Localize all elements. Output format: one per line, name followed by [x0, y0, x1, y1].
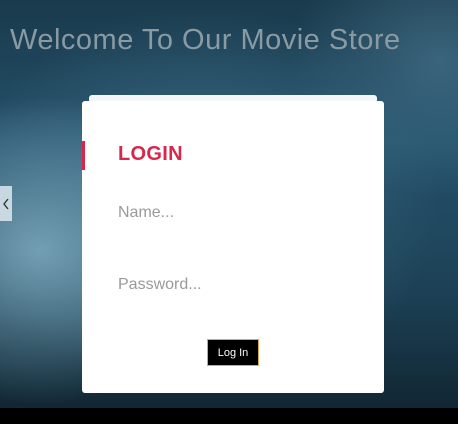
- name-input[interactable]: [118, 200, 348, 226]
- welcome-heading: Welcome To Our Movie Store: [10, 24, 401, 56]
- login-button[interactable]: Log In: [207, 339, 259, 366]
- password-input[interactable]: [118, 272, 348, 298]
- bottom-bar: [0, 408, 458, 424]
- title-accent-bar: [82, 141, 85, 170]
- login-card: LOGIN Log In: [82, 101, 384, 393]
- login-title: LOGIN: [118, 143, 183, 165]
- chevron-left-icon: [2, 198, 10, 210]
- side-slider-tab[interactable]: [0, 186, 12, 221]
